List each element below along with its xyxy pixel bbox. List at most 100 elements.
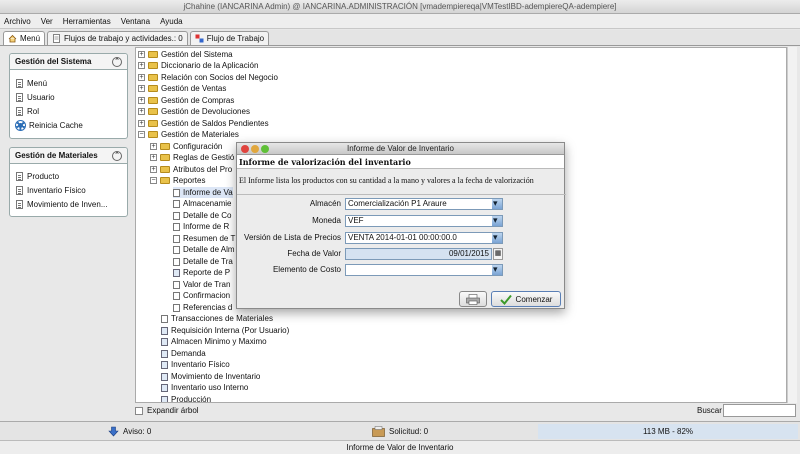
tree-node[interactable]: − Gestión de Materiales — [138, 129, 239, 140]
panel-system-header[interactable]: Gestión del Sistema ⌃ — [10, 54, 127, 70]
start-button[interactable]: Comenzar — [491, 291, 561, 307]
cost-element-combo[interactable] — [345, 264, 503, 276]
tree-leaf[interactable]: Resumen de T — [173, 233, 235, 244]
moneda-label-wrap: Moneda — [237, 214, 341, 228]
tree-node[interactable]: + Relación con Socios del Negocio — [138, 72, 278, 83]
window-icon — [161, 337, 168, 346]
folder-icon — [160, 166, 170, 173]
tree-node[interactable]: + Gestión de Ventas — [138, 83, 226, 94]
folder-icon — [148, 97, 158, 104]
dialog-title: Informe de Valor de Inventario — [346, 144, 455, 153]
tree-node[interactable]: + Gestión de Compras — [138, 95, 234, 106]
tree-leaf[interactable]: Demanda — [161, 348, 206, 359]
sidebar: Gestión del Sistema ⌃ Menú Usuario Rol R… — [3, 47, 132, 401]
tree-node[interactable]: + Gestión de Saldos Pendientes — [138, 118, 269, 129]
tree-leaf[interactable]: Detalle de Tra — [173, 256, 233, 267]
sidebar-item-label: Producto — [27, 171, 60, 181]
tree-node[interactable]: + Reglas de Gestió — [150, 152, 234, 163]
zoom-icon[interactable] — [261, 145, 269, 153]
expand-plus-icon[interactable]: + — [150, 154, 157, 161]
tree-leaf[interactable]: Detalle de Alm — [173, 244, 235, 255]
tree-node[interactable]: + Diccionario de la Aplicación — [138, 60, 258, 71]
tab-workflow[interactable]: Flujo de Trabajo — [189, 31, 270, 45]
tree-leaf[interactable]: Referencias d — [173, 302, 232, 313]
tree-leaf[interactable]: Movimiento de Inventario — [161, 371, 260, 382]
menu-herramientas[interactable]: Herramientas — [63, 17, 111, 26]
open-folder-icon — [148, 131, 158, 138]
tree-node[interactable]: + Gestión del Sistema — [138, 49, 233, 60]
tree-node[interactable]: − Reportes — [150, 175, 205, 186]
tree-leaf[interactable]: Transacciones de Materiales — [161, 313, 273, 324]
search-input[interactable] — [723, 404, 796, 417]
expand-plus-icon[interactable]: + — [138, 120, 145, 127]
tree-leaf[interactable]: Confirmacion — [173, 290, 230, 301]
sidebar-item-label: Inventario Físico — [27, 185, 86, 195]
date-input[interactable]: 09/01/2015 — [345, 248, 492, 260]
expand-plus-icon[interactable]: + — [150, 166, 157, 173]
collapse-minus-icon[interactable]: − — [138, 131, 145, 138]
menu-ayuda[interactable]: Ayuda — [160, 17, 183, 26]
panel-materials-header[interactable]: Gestión de Materiales ⌃ — [10, 148, 127, 164]
expand-plus-icon[interactable]: + — [138, 97, 145, 104]
tree-node[interactable]: + Configuración — [150, 141, 222, 152]
expand-plus-icon[interactable]: + — [138, 74, 145, 81]
tree-node[interactable]: + Gestión de Devoluciones — [138, 106, 250, 117]
expand-plus-icon[interactable]: + — [150, 143, 157, 150]
tree-leaf[interactable]: Informe de R — [173, 221, 229, 232]
tab-menu-label: Menú — [20, 34, 41, 43]
collapse-up-icon[interactable]: ⌃ — [112, 56, 122, 67]
tree-leaf[interactable]: Requisición Interna (Por Usuario) — [161, 325, 289, 336]
sidebar-item-product[interactable]: Producto — [10, 169, 127, 183]
expand-plus-icon[interactable]: + — [138, 85, 145, 92]
expand-plus-icon[interactable]: + — [138, 108, 145, 115]
collapse-up-icon[interactable]: ⌃ — [112, 150, 122, 161]
chevron-down-icon[interactable] — [492, 199, 502, 209]
tree-leaf[interactable]: Almacenamie — [173, 198, 231, 209]
chevron-down-icon[interactable] — [492, 216, 502, 226]
chevron-down-icon[interactable] — [492, 233, 502, 243]
window-icon — [161, 372, 168, 381]
moneda-label: Moneda — [312, 216, 341, 225]
print-button[interactable] — [459, 291, 487, 307]
sidebar-item-role[interactable]: Rol — [10, 104, 127, 118]
tree-leaf[interactable]: Inventario uso Interno — [161, 382, 248, 393]
memory-indicator[interactable]: 113 MB - 82% — [538, 424, 798, 439]
tree-leaf[interactable]: Inventario Físico — [161, 359, 230, 370]
tree-leaf[interactable]: Valor de Tran — [173, 279, 230, 290]
expand-plus-icon[interactable]: + — [138, 62, 145, 69]
tree-leaf[interactable]: Almacen Minimo y Maximo — [161, 336, 267, 347]
document-icon — [173, 303, 180, 312]
sidebar-item-physical-inventory[interactable]: Inventario Físico — [10, 183, 127, 197]
calendar-icon[interactable]: ▦ — [493, 248, 503, 260]
chevron-down-icon[interactable] — [492, 265, 502, 275]
tree-scrollbar[interactable] — [787, 47, 797, 403]
sidebar-item-user[interactable]: Usuario — [10, 90, 127, 104]
almacen-combo[interactable]: Comercialización P1 Araure — [345, 198, 503, 210]
window-icon — [161, 383, 168, 392]
price-list-value: VENTA 2014-01-01 00:00:00.0 — [348, 233, 457, 242]
sidebar-item-inventory-move[interactable]: Movimiento de Inven... — [10, 197, 127, 211]
tree-leaf[interactable]: Detalle de Co — [173, 210, 231, 221]
tree-leaf[interactable]: Reporte de P — [173, 267, 230, 278]
tab-menu[interactable]: Menú — [3, 31, 46, 45]
expand-plus-icon[interactable]: + — [138, 51, 145, 58]
notices-button[interactable]: Aviso: 0 — [108, 424, 151, 439]
document-icon — [161, 314, 168, 323]
sidebar-item-reset-cache[interactable]: Reinicia Cache — [10, 118, 127, 132]
collapse-minus-icon[interactable]: − — [150, 177, 157, 184]
menu-archivo[interactable]: Archivo — [4, 17, 31, 26]
requests-button[interactable]: Solicitud: 0 — [372, 424, 428, 439]
document-icon — [173, 199, 180, 208]
tab-workflow-activities[interactable]: Flujos de trabajo y actividades.: 0 — [47, 31, 188, 45]
sidebar-item-menu[interactable]: Menú — [10, 76, 127, 90]
moneda-combo[interactable]: VEF — [345, 215, 503, 227]
tree-leaf[interactable]: Producción — [161, 394, 211, 402]
price-list-combo[interactable]: VENTA 2014-01-01 00:00:00.0 — [345, 232, 503, 244]
tree-node[interactable]: + Atributos del Pro — [150, 164, 232, 175]
menu-ver[interactable]: Ver — [41, 17, 53, 26]
minimize-icon[interactable] — [251, 145, 259, 153]
menu-ventana[interactable]: Ventana — [121, 17, 150, 26]
tree-leaf[interactable]: Informe de Va — [173, 187, 233, 198]
expand-tree-checkbox[interactable] — [135, 406, 143, 415]
close-icon[interactable] — [241, 145, 249, 153]
